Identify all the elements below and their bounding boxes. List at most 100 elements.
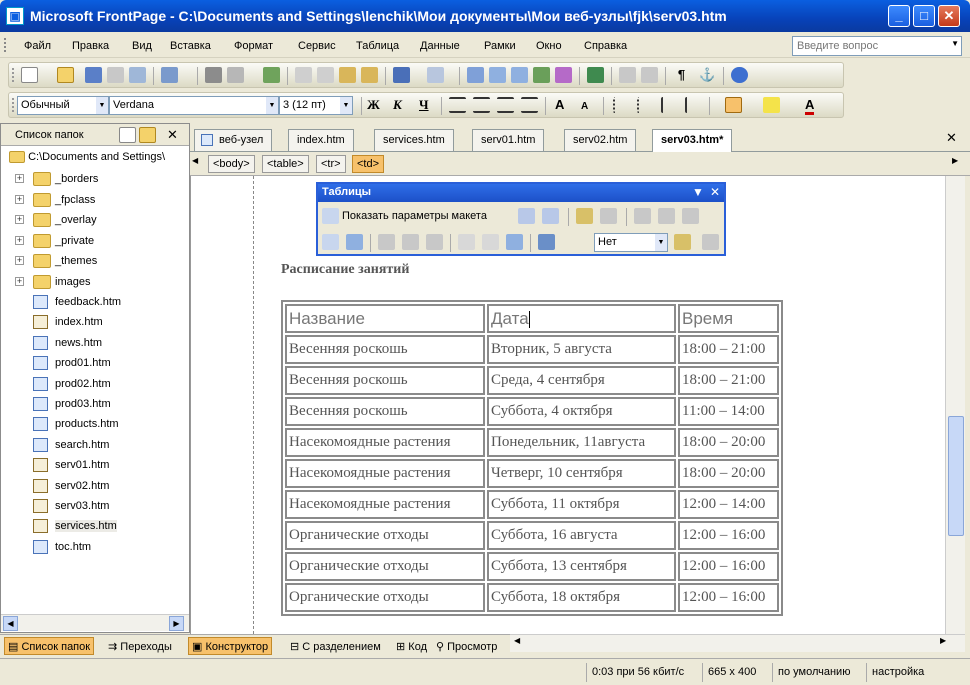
table-cell[interactable]: 18:00 – 21:00 <box>678 335 779 364</box>
page-heading[interactable]: Расписание занятий <box>281 262 409 278</box>
table-cell[interactable]: 18:00 – 21:00 <box>678 366 779 395</box>
frontpage-app-icon[interactable]: ▣ <box>6 7 24 25</box>
merge-cells-icon[interactable] <box>682 208 699 224</box>
new-folder-icon[interactable] <box>139 127 156 143</box>
help-icon[interactable] <box>731 67 748 83</box>
table-cell[interactable]: Органические отходы <box>285 521 485 550</box>
paste-icon[interactable] <box>339 67 356 83</box>
format-painter-icon[interactable] <box>361 67 378 83</box>
draw-layout-table-icon[interactable] <box>518 208 535 224</box>
show-layout-tools[interactable]: Показать параметры макета <box>342 210 487 222</box>
insert-table-icon[interactable] <box>489 67 506 83</box>
minimize-button[interactable]: _ <box>888 5 910 27</box>
table-autoformat-icon[interactable] <box>506 234 523 250</box>
justify-icon[interactable] <box>521 97 538 113</box>
code-view-button[interactable]: ⊞ Код <box>392 637 431 655</box>
tab-website[interactable]: веб-узел <box>194 129 273 151</box>
table-cell[interactable]: 12:00 – 16:00 <box>678 552 779 581</box>
menu-data[interactable]: Данные <box>420 40 460 52</box>
underline-button[interactable]: Ч <box>419 97 429 113</box>
design-view-button[interactable]: ▣ Конструктор <box>188 637 273 655</box>
style-select[interactable]: Обычный ▼ <box>17 96 109 115</box>
shrink-font-button[interactable]: A <box>581 101 588 112</box>
menu-table[interactable]: Таблица <box>356 40 399 52</box>
tag-tr[interactable]: <tr> <box>316 155 346 173</box>
table-cell[interactable]: Насекомоядные растения <box>285 490 485 519</box>
scroll-thumb[interactable] <box>948 416 964 536</box>
align-left-icon[interactable] <box>449 97 466 113</box>
preview-view-button[interactable]: ⚲ Просмотр <box>432 637 501 655</box>
table-header-cell[interactable]: Название <box>285 304 485 333</box>
maximize-button[interactable]: □ <box>913 5 935 27</box>
italic-button[interactable]: К <box>393 97 402 113</box>
redo-icon[interactable] <box>427 67 444 83</box>
table-cell[interactable]: Весенняя роскошь <box>285 366 485 395</box>
chevron-left-icon[interactable]: ◀ <box>192 156 204 172</box>
undo-icon[interactable] <box>393 67 410 83</box>
editor-vertical-scrollbar[interactable] <box>945 176 965 634</box>
split-cells-icon[interactable] <box>658 208 675 224</box>
font-color-button[interactable]: A <box>805 97 815 115</box>
preview-icon[interactable] <box>227 67 244 83</box>
fill-down-icon[interactable] <box>702 234 719 250</box>
print-icon[interactable] <box>205 67 222 83</box>
table-cell[interactable]: Вторник, 5 августа <box>487 335 676 364</box>
bookmark-icon[interactable]: ⚓ <box>699 67 716 83</box>
align-bottom-icon[interactable] <box>426 234 443 250</box>
tab-serv01[interactable]: serv01.htm <box>472 129 545 151</box>
menu-file[interactable]: Файл <box>24 40 51 52</box>
distribute-rows-icon[interactable] <box>458 234 475 250</box>
menu-edit[interactable]: Правка <box>72 40 109 52</box>
tag-td[interactable]: <td> <box>352 155 385 173</box>
table-cell[interactable]: Весенняя роскошь <box>285 397 485 426</box>
bulleted-list-icon[interactable] <box>637 97 654 113</box>
table-cell[interactable]: 12:00 – 16:00 <box>678 583 779 612</box>
search-icon[interactable] <box>107 67 124 83</box>
autoformat-select[interactable]: Нет ▼ <box>594 233 668 252</box>
publish-icon[interactable] <box>129 67 146 83</box>
grow-font-button[interactable]: A <box>555 97 564 112</box>
chevron-down-icon[interactable]: ▼ <box>951 39 959 48</box>
new-page-icon[interactable] <box>21 67 38 83</box>
tables-toolbar-header[interactable]: Таблицы ▼ ✕ <box>318 184 724 202</box>
table-cell[interactable]: Суббота, 16 августа <box>487 521 676 550</box>
save-icon[interactable] <box>85 67 102 83</box>
new-page-icon[interactable] <box>119 127 136 143</box>
table-header-cell[interactable]: Время <box>678 304 779 333</box>
insert-rows-above-icon[interactable] <box>322 234 339 250</box>
tab-serv02[interactable]: serv02.htm <box>564 129 637 151</box>
chevron-down-icon[interactable]: ▼ <box>96 97 108 114</box>
chevron-right-icon[interactable]: ▶ <box>952 156 964 172</box>
expand-icon[interactable]: + <box>15 256 24 265</box>
align-center-icon[interactable] <box>473 97 490 113</box>
insert-web-component-icon[interactable] <box>467 67 484 83</box>
table-cell[interactable]: Суббота, 13 сентября <box>487 552 676 581</box>
table-properties-icon[interactable] <box>674 234 691 250</box>
split-view-button[interactable]: ⊟ С разделением <box>286 637 385 655</box>
table-header-cell[interactable]: Дата <box>487 304 676 333</box>
fill-color-icon[interactable] <box>538 234 555 250</box>
navigation-view-button[interactable]: ⇉ Переходы <box>104 637 176 655</box>
close-icon[interactable]: ✕ <box>710 185 720 199</box>
highlight-icon[interactable] <box>763 97 780 113</box>
copy-icon[interactable] <box>317 67 334 83</box>
table-cell[interactable]: 12:00 – 16:00 <box>678 521 779 550</box>
close-button[interactable]: ✕ <box>938 5 960 27</box>
font-size-select[interactable]: 3 (12 пт) ▼ <box>279 96 353 115</box>
scroll-left-icon[interactable]: ◀ <box>514 636 531 652</box>
expand-icon[interactable]: + <box>15 276 24 286</box>
folder-horizontal-scrollbar[interactable]: ◀ ▶ <box>1 614 189 631</box>
table-cell[interactable]: Насекомоядные растения <box>285 459 485 488</box>
cut-icon[interactable] <box>295 67 312 83</box>
chevron-down-icon[interactable]: ▼ <box>692 185 704 199</box>
close-icon[interactable]: ✕ <box>167 127 178 143</box>
folder-list-view-button[interactable]: ▤ Список папок <box>4 637 95 655</box>
menu-frames[interactable]: Рамки <box>484 40 516 52</box>
align-middle-icon[interactable] <box>402 234 419 250</box>
toggle-pane-icon[interactable] <box>161 67 178 83</box>
tab-serv03[interactable]: serv03.htm* <box>652 129 733 153</box>
layout-table-icon[interactable] <box>322 208 339 224</box>
table-cell[interactable]: Суббота, 18 октября <box>487 583 676 612</box>
eraser-icon[interactable] <box>600 208 617 224</box>
scroll-left-icon[interactable]: ◀ <box>3 616 18 631</box>
